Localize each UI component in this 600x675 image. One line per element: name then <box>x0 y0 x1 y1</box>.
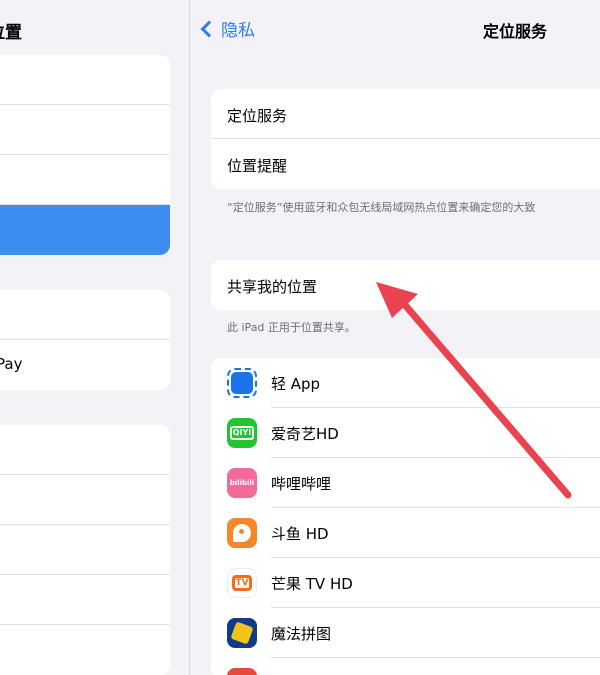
sidebar-item[interactable] <box>0 525 170 575</box>
app-list: 轻 App QIYI 爱奇艺HD bilibili 哔哩哔哩 斗鱼 HD TV … <box>211 358 600 675</box>
share-footnote: 此 iPad 正用于位置共享。 <box>227 321 356 334</box>
light-app-icon <box>227 368 257 398</box>
back-button[interactable]: 隐私 <box>200 16 255 41</box>
sidebar-group-1 <box>0 55 170 255</box>
share-location-group: 共享我的位置 <box>211 260 600 310</box>
iqiyi-icon: QIYI <box>227 418 257 448</box>
sidebar-item[interactable] <box>0 155 170 205</box>
row-label: 位置提醒 <box>227 157 288 175</box>
chevron-left-icon <box>200 20 218 38</box>
location-footnote: “定位服务”使用蓝牙和众包无线局域网热点位置来确定您的大致 <box>227 201 536 214</box>
sidebar-title: 位置 <box>0 23 22 43</box>
app-name: 爱奇艺HD <box>271 425 339 443</box>
douyu-icon <box>227 518 257 548</box>
app-icon <box>227 668 257 675</box>
nav-bar: 隐私 定位服务 <box>191 0 600 56</box>
location-settings-group: 定位服务 位置提醒 <box>211 89 600 189</box>
app-name: 魔法拼图 <box>271 625 332 643</box>
detail-pane: 隐私 定位服务 定位服务 位置提醒 “定位服务”使用蓝牙和众包无线局域网热点位置… <box>191 0 600 675</box>
location-alerts-row[interactable]: 位置提醒 <box>211 139 600 189</box>
mango-tv-icon: TV <box>227 568 257 598</box>
sidebar-item-label: Pay <box>0 355 23 373</box>
app-row-bilibili[interactable]: bilibili 哔哩哔哩 <box>211 458 600 508</box>
page-title: 定位服务 <box>483 22 548 41</box>
bilibili-icon: bilibili <box>227 468 257 498</box>
sidebar-item[interactable] <box>0 55 170 105</box>
app-row-puzzle[interactable]: 魔法拼图 <box>211 608 600 658</box>
app-row-mango-tv[interactable]: TV 芒果 TV HD <box>211 558 600 608</box>
app-row-partial[interactable] <box>211 658 600 675</box>
back-button-label: 隐私 <box>221 21 255 41</box>
sidebar-item[interactable] <box>0 425 170 475</box>
sidebar-item[interactable] <box>0 475 170 525</box>
sidebar: 位置 Pay <box>0 0 190 675</box>
row-label: 共享我的位置 <box>227 278 318 296</box>
app-row-iqiyi[interactable]: QIYI 爱奇艺HD <box>211 408 600 458</box>
row-label: 定位服务 <box>227 107 288 125</box>
app-name: 轻 App <box>271 375 321 393</box>
app-row-douyu[interactable]: 斗鱼 HD <box>211 508 600 558</box>
puzzle-icon <box>227 618 257 648</box>
sidebar-header: 位置 <box>0 0 190 56</box>
share-my-location-row[interactable]: 共享我的位置 <box>211 260 600 310</box>
location-services-row[interactable]: 定位服务 <box>211 89 600 139</box>
sidebar-group-3 <box>0 425 170 675</box>
sidebar-item[interactable] <box>0 575 170 625</box>
app-name: 哔哩哔哩 <box>271 475 332 493</box>
sidebar-item-selected[interactable] <box>0 205 170 255</box>
app-row-light-app[interactable]: 轻 App <box>211 358 600 408</box>
sidebar-item[interactable] <box>0 290 170 340</box>
sidebar-item[interactable] <box>0 105 170 155</box>
sidebar-item[interactable] <box>0 625 170 675</box>
sidebar-group-2: Pay <box>0 290 170 390</box>
sidebar-item-pay[interactable]: Pay <box>0 340 170 390</box>
app-name: 芒果 TV HD <box>271 575 353 593</box>
app-name: 斗鱼 HD <box>271 525 329 543</box>
